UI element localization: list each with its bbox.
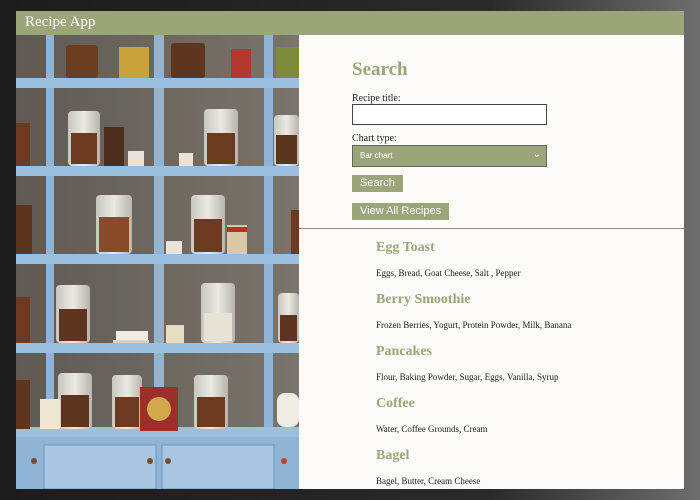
app-title: Recipe App [25,14,96,30]
recipe-ingredients: Flour, Baking Powder, Sugar, Eggs, Vanil… [376,372,559,382]
recipe-ingredients: Water, Coffee Grounds, Cream [376,424,488,434]
recipe-ingredients: Bagel, Butter, Cream Cheese [376,476,481,486]
chart-type-select[interactable]: Bar chart ⌄ [352,145,547,167]
recipe-name[interactable]: Bagel [376,448,676,464]
recipe-name[interactable]: Coffee [376,396,676,412]
app-window: Recipe App Search Recipe title: Chart ty… [16,11,684,489]
chevron-down-icon: ⌄ [532,149,541,160]
recipe-list: Egg Toast Eggs, Bread, Goat Cheese, Salt… [376,240,676,489]
recipe-title-label: Recipe title: [352,93,401,104]
view-all-recipes-button[interactable]: View All Recipes [352,203,450,220]
list-item: Egg Toast Eggs, Bread, Goat Cheese, Salt… [376,240,676,292]
chart-type-label: Chart type: [352,133,397,144]
list-item: Bagel Bagel, Butter, Cream Cheese [376,448,676,489]
recipe-ingredients: Eggs, Bread, Goat Cheese, Salt , Pepper [376,268,521,278]
search-heading: Search [352,59,408,80]
recipe-name[interactable]: Egg Toast [376,240,676,256]
list-item: Pancakes Flour, Baking Powder, Sugar, Eg… [376,344,676,396]
search-button[interactable]: Search [352,175,403,192]
list-item: Berry Smoothie Frozen Berries, Yogurt, P… [376,292,676,344]
main-panel: Search Recipe title: Chart type: Bar cha… [299,35,684,489]
chart-type-value: Bar chart [360,151,393,160]
recipe-name[interactable]: Berry Smoothie [376,292,676,308]
pantry-shelves-photo [16,35,299,489]
top-bar: Recipe App [16,11,684,35]
divider [299,228,684,229]
recipe-title-input[interactable] [352,104,547,125]
list-item: Coffee Water, Coffee Grounds, Cream [376,396,676,448]
recipe-ingredients: Frozen Berries, Yogurt, Protein Powder, … [376,320,572,330]
recipe-name[interactable]: Pancakes [376,344,676,360]
